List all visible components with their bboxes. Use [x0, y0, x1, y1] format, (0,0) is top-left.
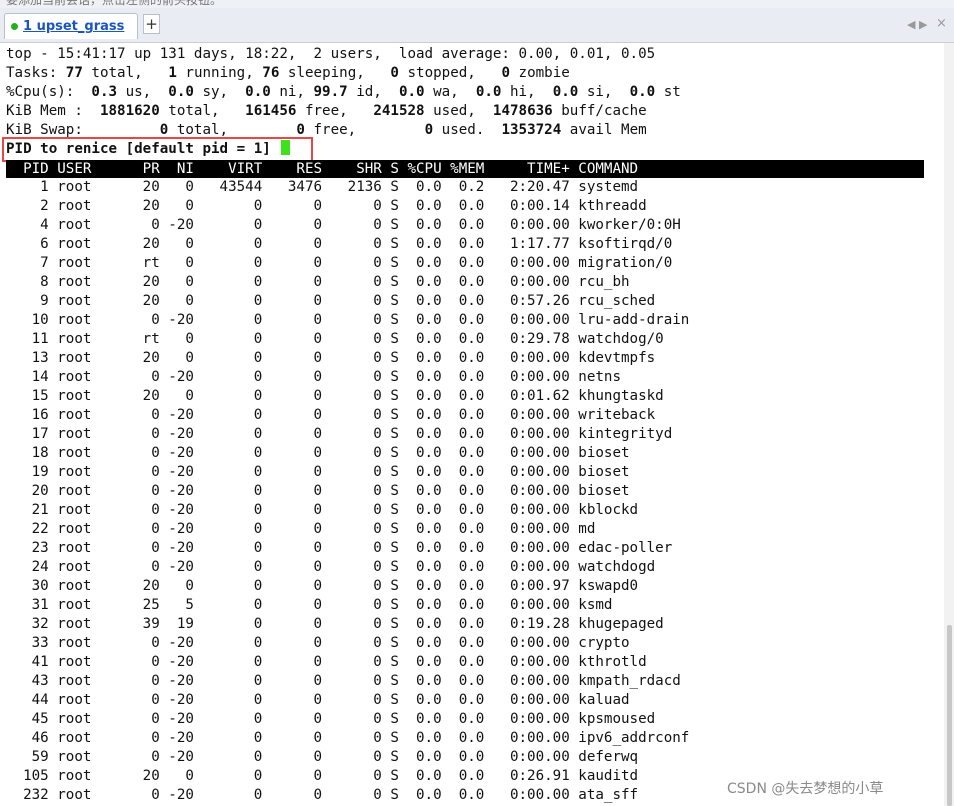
- watermark: CSDN @失去梦想的小草: [727, 781, 884, 797]
- process-row: 9 root 20 0 0 0 0 S 0.0 0.0 0:57.26 rcu_…: [6, 293, 656, 309]
- tab-session-label[interactable]: 1 upset_grass: [23, 19, 124, 34]
- process-row: 1 root 20 0 43544 3476 2136 S 0.0 0.2 2:…: [6, 179, 639, 195]
- process-row: 4 root 0 -20 0 0 0 S 0.0 0.0 0:00.00 kwo…: [6, 217, 681, 233]
- process-row: 19 root 0 -20 0 0 0 S 0.0 0.0 0:00.00 bi…: [6, 464, 630, 480]
- tab-scroll-right-icon[interactable]: ▶: [919, 18, 927, 31]
- process-row: 59 root 0 -20 0 0 0 S 0.0 0.0 0:00.00 de…: [6, 749, 639, 765]
- process-row: 33 root 0 -20 0 0 0 S 0.0 0.0 0:00.00 cr…: [6, 635, 630, 651]
- process-row: 41 root 0 -20 0 0 0 S 0.0 0.0 0:00.00 kt…: [6, 654, 647, 670]
- uptime-line: top - 15:41:17 up 131 days, 18:22, 2 use…: [6, 46, 656, 62]
- process-row: 14 root 0 -20 0 0 0 S 0.0 0.0 0:00.00 ne…: [6, 369, 621, 385]
- tab-scroll-left-icon[interactable]: ◀: [907, 18, 915, 31]
- process-row: 232 root 0 -20 0 0 0 S 0.0 0.0 0:00.00 a…: [6, 787, 639, 803]
- process-row: 30 root 20 0 0 0 0 S 0.0 0.0 0:00.97 ksw…: [6, 578, 639, 594]
- process-row: 105 root 20 0 0 0 0 S 0.0 0.0 0:26.91 ka…: [6, 768, 639, 784]
- process-row: 31 root 25 5 0 0 0 S 0.0 0.0 0:00.00 ksm…: [6, 597, 613, 613]
- process-row: 32 root 39 19 0 0 0 S 0.0 0.0 0:19.28 kh…: [6, 616, 664, 632]
- process-row: 10 root 0 -20 0 0 0 S 0.0 0.0 0:00.00 lr…: [6, 312, 690, 328]
- process-row: 8 root 20 0 0 0 0 S 0.0 0.0 0:00.00 rcu_…: [6, 274, 630, 290]
- close-tab-icon[interactable]: ×: [936, 16, 947, 31]
- tab-session[interactable]: 1 upset_grass: [4, 13, 138, 39]
- process-row: 2 root 20 0 0 0 0 S 0.0 0.0 0:00.14 kthr…: [6, 198, 647, 214]
- connection-status-icon: [11, 23, 18, 30]
- notification-strip: 要添加当前会话，点击左侧的箭头按钮。: [0, 0, 954, 8]
- process-row: 16 root 0 -20 0 0 0 S 0.0 0.0 0:00.00 wr…: [6, 407, 656, 423]
- process-row: 22 root 0 -20 0 0 0 S 0.0 0.0 0:00.00 md: [6, 521, 596, 537]
- tasks-line: Tasks: 77 total, 1 running, 76 sleeping,…: [6, 65, 570, 81]
- process-row: 44 root 0 -20 0 0 0 S 0.0 0.0 0:00.00 ka…: [6, 692, 630, 708]
- process-row: 11 root rt 0 0 0 0 S 0.0 0.0 0:29.78 wat…: [6, 331, 664, 347]
- process-row: 24 root 0 -20 0 0 0 S 0.0 0.0 0:00.00 wa…: [6, 559, 656, 575]
- process-row: 18 root 0 -20 0 0 0 S 0.0 0.0 0:00.00 bi…: [6, 445, 630, 461]
- process-table-header: PID USER PR NI VIRT RES SHR S %CPU %MEM …: [6, 160, 924, 178]
- process-row: 23 root 0 -20 0 0 0 S 0.0 0.0 0:00.00 ed…: [6, 540, 673, 556]
- process-row: 7 root rt 0 0 0 0 S 0.0 0.0 0:00.00 migr…: [6, 255, 673, 271]
- scrollbar-thumb[interactable]: [947, 625, 952, 806]
- memory-line: KiB Mem : 1881620 total, 161456 free, 24…: [6, 103, 647, 119]
- add-tab-button[interactable]: +: [143, 14, 160, 34]
- process-row: 6 root 20 0 0 0 0 S 0.0 0.0 1:17.77 ksof…: [6, 236, 673, 252]
- process-row: 45 root 0 -20 0 0 0 S 0.0 0.0 0:00.00 kp…: [6, 711, 656, 727]
- process-row: 15 root 20 0 0 0 0 S 0.0 0.0 0:01.62 khu…: [6, 388, 664, 404]
- notification-text: 要添加当前会话，点击左侧的箭头按钮。: [6, 0, 223, 7]
- process-row: 46 root 0 -20 0 0 0 S 0.0 0.0 0:00.00 ip…: [6, 730, 690, 746]
- process-row: 17 root 0 -20 0 0 0 S 0.0 0.0 0:00.00 ki…: [6, 426, 673, 442]
- process-row: 13 root 20 0 0 0 0 S 0.0 0.0 0:00.00 kde…: [6, 350, 656, 366]
- cpu-line: %Cpu(s): 0.3 us, 0.0 sy, 0.0 ni, 99.7 id…: [6, 84, 681, 100]
- session-tab-bar: 1 upset_grass + ◀ ▶ ×: [0, 8, 954, 43]
- prompt-highlight-box: [2, 137, 313, 162]
- process-row: 20 root 0 -20 0 0 0 S 0.0 0.0 0:00.00 bi…: [6, 483, 630, 499]
- process-row: 21 root 0 -20 0 0 0 S 0.0 0.0 0:00.00 kb…: [6, 502, 639, 518]
- process-row: 43 root 0 -20 0 0 0 S 0.0 0.0 0:00.00 km…: [6, 673, 681, 689]
